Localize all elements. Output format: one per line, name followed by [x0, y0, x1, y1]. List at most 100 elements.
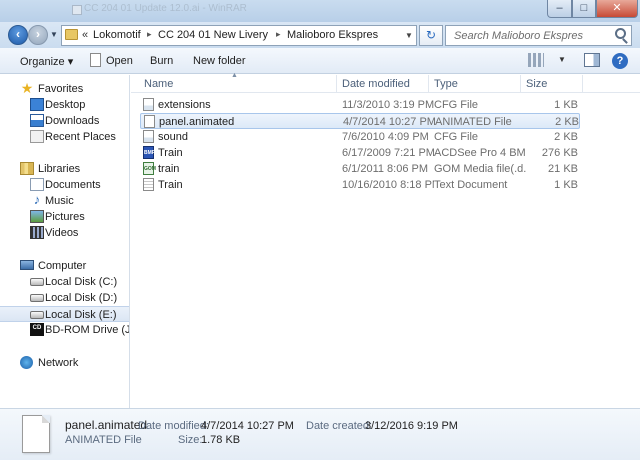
details-size-value: 1.78 KB — [201, 434, 241, 446]
refresh-button[interactable]: ↻ — [419, 25, 443, 46]
network-icon — [20, 356, 33, 369]
column-name[interactable]: Name — [144, 78, 173, 90]
forward-button[interactable]: › — [28, 25, 48, 45]
breadcrumb-separator-icon[interactable]: ▸ — [276, 29, 281, 40]
downloads-icon — [30, 114, 44, 127]
nav-label: Network — [38, 357, 79, 369]
column-divider[interactable] — [582, 75, 583, 93]
nav-label: Downloads — [45, 115, 100, 127]
recent-places-icon — [30, 130, 44, 143]
file-row[interactable]: sound 7/6/2010 4:09 PM CFG File 2 KB — [140, 129, 580, 145]
nav-local-disk-d[interactable]: Local Disk (D:) — [0, 290, 129, 306]
file-name: train — [158, 163, 180, 175]
column-divider[interactable] — [428, 75, 429, 93]
file-size: 2 KB — [555, 116, 579, 128]
nav-pictures[interactable]: Pictures — [0, 209, 129, 225]
column-divider[interactable] — [520, 75, 521, 93]
file-name: Train — [158, 179, 183, 191]
column-type[interactable]: Type — [434, 78, 458, 90]
new-folder-button[interactable]: New folder — [193, 55, 246, 67]
file-type: ACDSee Pro 4 BM... — [434, 147, 526, 159]
details-created-label: Date created: — [306, 420, 373, 432]
nav-videos[interactable]: Videos — [0, 225, 129, 241]
libraries-icon — [20, 162, 34, 175]
navigation-pane: ★ Favorites Desktop Downloads Recent Pla… — [0, 75, 130, 408]
file-size: 21 KB — [548, 163, 578, 175]
nav-favorites[interactable]: ★ Favorites — [0, 80, 129, 97]
nav-downloads[interactable]: Downloads — [0, 113, 129, 129]
file-row[interactable]: GOM train 6/1/2011 8:06 PM GOM Media fil… — [140, 161, 580, 177]
overflow-chevron-icon[interactable]: « — [82, 29, 88, 41]
file-date: 6/17/2009 7:21 PM — [342, 147, 434, 159]
file-row-selected[interactable]: panel.animated 4/7/2014 10:27 PM ANIMATE… — [140, 113, 580, 129]
star-icon: ★ — [20, 80, 34, 96]
nav-music[interactable]: ♪ Music — [0, 192, 129, 209]
back-button[interactable]: ‹ — [8, 25, 28, 45]
file-type: ANIMATED File — [435, 116, 512, 128]
file-list: ▲ Name Date modified Type Size extension… — [131, 72, 640, 408]
recent-pages-dropdown-icon[interactable]: ▼ — [50, 30, 58, 39]
nav-label: Videos — [45, 227, 79, 239]
music-icon: ♪ — [33, 192, 41, 207]
file-type: GOM Media file(.d... — [434, 163, 526, 175]
change-view-icon[interactable] — [528, 53, 544, 67]
breadcrumb-malioboro[interactable]: Malioboro Ekspres — [287, 29, 378, 41]
nav-label: Desktop — [45, 99, 86, 111]
breadcrumb-separator-icon[interactable]: ▸ — [147, 29, 152, 40]
view-options-dropdown-icon[interactable]: ▼ — [558, 55, 574, 69]
file-name: extensions — [158, 99, 211, 111]
maximize-button[interactable]: □ — [572, 0, 596, 18]
nav-network[interactable]: Network — [0, 355, 129, 371]
hard-disk-icon — [30, 311, 44, 319]
file-type: Text Document — [434, 179, 508, 191]
details-size-label: Size: — [178, 434, 203, 446]
file-date: 6/1/2011 8:06 PM — [342, 163, 429, 175]
background-window-title: CC 204 01 Update 12.0.ai - WinRAR — [84, 3, 247, 14]
details-file-type: ANIMATED File — [65, 434, 142, 446]
text-document-icon — [143, 178, 154, 191]
nav-local-disk-c[interactable]: Local Disk (C:) — [0, 274, 129, 290]
nav-bd-rom-drive[interactable]: CD BD-ROM Drive (J:) C — [0, 322, 130, 338]
breadcrumb-lokomotif[interactable]: Lokomotif — [93, 29, 141, 41]
search-icon[interactable] — [615, 28, 626, 39]
minimize-button[interactable]: – — [547, 0, 572, 18]
nav-label: Libraries — [38, 163, 81, 175]
file-name: Train — [158, 147, 183, 159]
breadcrumb-cc204[interactable]: CC 204 01 New Livery — [158, 29, 268, 41]
column-size[interactable]: Size — [526, 78, 547, 90]
file-date: 11/3/2010 3:19 PM — [342, 99, 434, 111]
details-modified-value: 4/7/2014 10:27 PM — [201, 420, 294, 432]
organize-button[interactable]: Organize ▾ — [20, 55, 73, 68]
nav-computer[interactable]: Computer — [0, 258, 129, 274]
cfg-file-icon — [143, 130, 154, 143]
nav-label: BD-ROM Drive (J:) C — [45, 324, 130, 336]
folder-icon — [65, 29, 78, 40]
hard-disk-icon — [30, 294, 44, 302]
file-size: 2 KB — [554, 131, 578, 143]
nav-recent-places[interactable]: Recent Places — [0, 129, 129, 145]
sort-ascending-icon: ▲ — [231, 72, 238, 79]
column-date-modified[interactable]: Date modified — [342, 78, 410, 90]
search-box[interactable]: Search Malioboro Ekspres — [445, 25, 632, 46]
close-button[interactable]: ✕ — [596, 0, 638, 18]
column-divider[interactable] — [336, 75, 337, 93]
nav-documents[interactable]: Documents — [0, 177, 129, 193]
optical-drive-icon: CD — [30, 323, 44, 336]
animated-file-large-icon — [22, 415, 50, 453]
nav-libraries[interactable]: Libraries — [0, 161, 129, 177]
help-icon[interactable]: ? — [612, 53, 628, 69]
nav-local-disk-e[interactable]: Local Disk (E:) — [0, 306, 129, 322]
address-dropdown-icon[interactable]: ▼ — [405, 31, 413, 40]
open-button[interactable]: Open — [106, 55, 133, 67]
details-created-value: 3/12/2016 9:19 PM — [365, 420, 458, 432]
burn-button[interactable]: Burn — [150, 55, 173, 67]
file-row[interactable]: BMP Train 6/17/2009 7:21 PM ACDSee Pro 4… — [140, 145, 580, 161]
file-row[interactable]: extensions 11/3/2010 3:19 PM CFG File 1 … — [140, 97, 580, 113]
address-bar[interactable]: « Lokomotif ▸ CC 204 01 New Livery ▸ Mal… — [61, 25, 417, 46]
search-input[interactable]: Search Malioboro Ekspres — [454, 30, 583, 42]
open-icon — [90, 53, 101, 67]
nav-desktop[interactable]: Desktop — [0, 97, 129, 113]
file-row[interactable]: Train 10/16/2010 8:18 PM Text Document 1… — [140, 177, 580, 193]
preview-pane-icon[interactable] — [584, 53, 600, 67]
file-size: 1 KB — [554, 179, 578, 191]
